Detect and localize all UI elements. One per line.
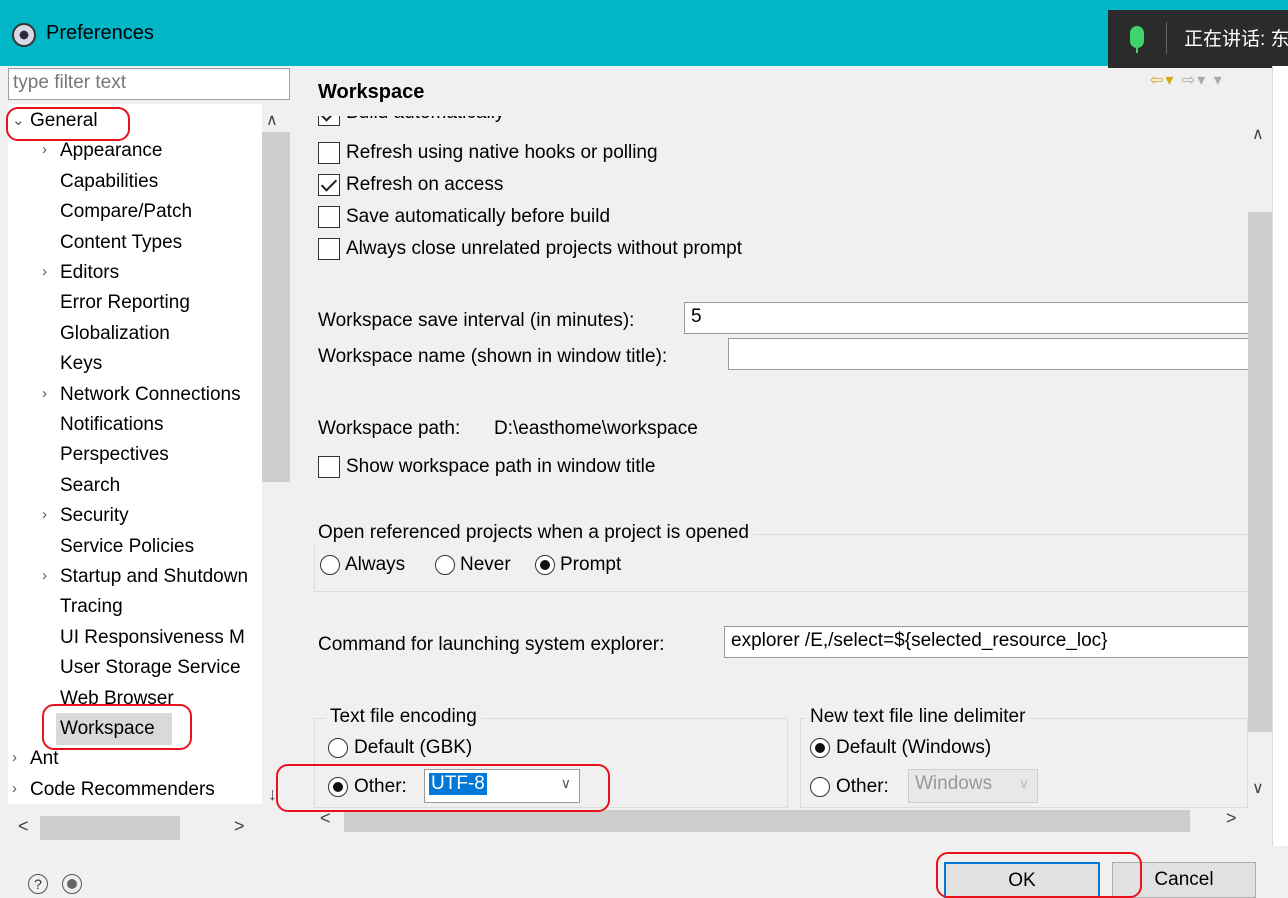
chevron-right-icon[interactable]: › <box>42 506 47 523</box>
workspace-path-label: Workspace path: <box>318 418 461 439</box>
chevron-right-icon[interactable]: › <box>42 567 47 584</box>
save-interval-label: Workspace save interval (in minutes): <box>318 310 635 331</box>
tree-item-label: Startup and Shutdown <box>60 566 249 587</box>
tree-item-label: Search <box>60 474 121 496</box>
annotation-ok <box>936 852 1142 898</box>
page-horizontal-thumb[interactable] <box>344 810 1190 832</box>
refresh-native-label: Refresh using native hooks or polling <box>346 142 658 163</box>
chevron-right-icon[interactable]: › <box>42 263 47 280</box>
delimiter-default-radio[interactable] <box>810 738 830 758</box>
delimiter-default-label: Default (Windows) <box>836 737 992 758</box>
chevron-right-icon[interactable]: › <box>12 780 17 797</box>
chevron-right-icon[interactable]: › <box>12 749 17 766</box>
delimiter-select[interactable]: Windows ∨ <box>908 769 1038 803</box>
scroll-right-icon[interactable]: > <box>234 816 245 837</box>
scroll-up-icon[interactable]: ∧ <box>1252 124 1264 144</box>
tree-item-label: Appearance <box>60 140 163 162</box>
show-path-checkbox[interactable] <box>318 456 340 478</box>
scroll-down-icon[interactable]: ∨ <box>1252 778 1264 798</box>
page-vertical-thumb[interactable] <box>1248 212 1272 732</box>
tree-vertical-thumb[interactable] <box>262 132 290 482</box>
workspace-settings: Build automatically Refresh using native… <box>304 116 1248 808</box>
delimiter-other-label: Other: <box>836 776 889 797</box>
explorer-command-label: Command for launching system explorer: <box>318 634 665 655</box>
build-automatically-label: Build automatically <box>346 116 504 124</box>
line-delimiter-label: New text file line delimiter <box>806 706 1030 728</box>
encoding-default-radio[interactable] <box>328 738 348 758</box>
page-title: Workspace <box>318 81 425 103</box>
tree-item-label: Perspectives <box>60 444 169 466</box>
tree-item-label: Compare/Patch <box>60 201 193 223</box>
referenced-prompt-radio[interactable] <box>535 555 555 575</box>
tree-horizontal-thumb[interactable] <box>40 816 180 840</box>
tree-item-label: Code Recommenders <box>30 778 215 800</box>
delimiter-other-radio[interactable] <box>810 777 830 797</box>
chevron-right-icon[interactable]: › <box>42 385 47 402</box>
encoding-default-label: Default (GBK) <box>354 737 473 758</box>
tree-item-label: Ant <box>30 748 59 770</box>
tree-item-label: UI Responsiveness M <box>60 626 245 648</box>
window-title: Preferences <box>46 22 154 44</box>
workspace-name-label: Workspace name (shown in window title): <box>318 346 668 367</box>
text-encoding-label: Text file encoding <box>326 706 481 728</box>
explorer-command-input[interactable]: explorer /E,/select=${selected_resource_… <box>724 626 1248 658</box>
chevron-down-icon: ∨ <box>1018 775 1029 791</box>
referenced-never-label: Never <box>460 554 511 575</box>
page-header <box>304 68 1288 116</box>
help-icon[interactable]: ? <box>28 874 48 894</box>
annotation-workspace <box>42 704 192 750</box>
tree-item-label: Error Reporting <box>60 292 190 314</box>
referenced-always-label: Always <box>345 554 406 575</box>
eclipse-app-icon <box>12 23 36 47</box>
refresh-native-checkbox[interactable] <box>318 142 340 164</box>
close-unrelated-checkbox[interactable] <box>318 238 340 260</box>
import-export-icon[interactable] <box>62 874 82 894</box>
workspace-path-value: D:\easthome\workspace <box>494 418 698 439</box>
refresh-on-access-label: Refresh on access <box>346 174 504 195</box>
title-bar <box>0 0 1288 66</box>
referenced-always-radio[interactable] <box>320 555 340 575</box>
save-before-build-label: Save automatically before build <box>346 206 611 227</box>
scroll-right-icon[interactable]: > <box>1226 808 1237 829</box>
tree-items: ⌄ General › Appearance Capabilities Compare/P… <box>8 104 262 804</box>
filter-input[interactable]: type filter text <box>8 68 290 100</box>
workspace-name-input[interactable] <box>728 338 1248 370</box>
overlay-divider <box>1166 22 1167 54</box>
tree-item-label: Editors <box>60 262 120 283</box>
tree-item-label: Network Connections <box>60 383 241 405</box>
delimiter-select-value: Windows <box>915 773 993 794</box>
tree-item-label: Security <box>60 505 129 527</box>
chevron-right-icon[interactable]: › <box>42 141 47 158</box>
tree-item-label: Capabilities <box>60 170 159 192</box>
referenced-prompt-label: Prompt <box>560 554 622 575</box>
tree-item-label: Keys <box>60 353 103 375</box>
tree-item-label: Content Types <box>60 231 183 253</box>
tree-item-label: Globalization <box>60 322 170 344</box>
referenced-never-radio[interactable] <box>435 555 455 575</box>
tree-item-label: Service Policies <box>60 535 195 557</box>
tree-item-label: Tracing <box>60 596 123 618</box>
tree-item-label: Notifications <box>60 414 164 435</box>
annotation-general <box>6 107 130 141</box>
scroll-up-icon[interactable]: ∧ <box>266 110 278 130</box>
close-unrelated-label: Always close unrelated projects without … <box>346 238 743 259</box>
build-automatically-checkbox[interactable] <box>318 116 340 126</box>
background-window-edge <box>1272 66 1288 846</box>
tree-item-label: User Storage Service <box>60 657 241 679</box>
scroll-left-icon[interactable]: < <box>18 816 29 837</box>
annotation-encoding <box>276 764 610 812</box>
microphone-stem <box>1136 47 1138 53</box>
speaking-status: 正在讲话: 东 <box>1184 29 1288 50</box>
show-path-label: Show workspace path in window title <box>346 456 656 477</box>
save-interval-input[interactable]: 5 <box>684 302 1248 334</box>
refresh-on-access-checkbox[interactable] <box>318 174 340 196</box>
microphone-icon <box>1130 26 1144 48</box>
history-nav-icons[interactable]: ⇦▾ ⇨▾ ▾ <box>1150 70 1224 90</box>
open-referenced-label: Open referenced projects when a project … <box>314 522 753 544</box>
save-before-build-checkbox[interactable] <box>318 206 340 228</box>
